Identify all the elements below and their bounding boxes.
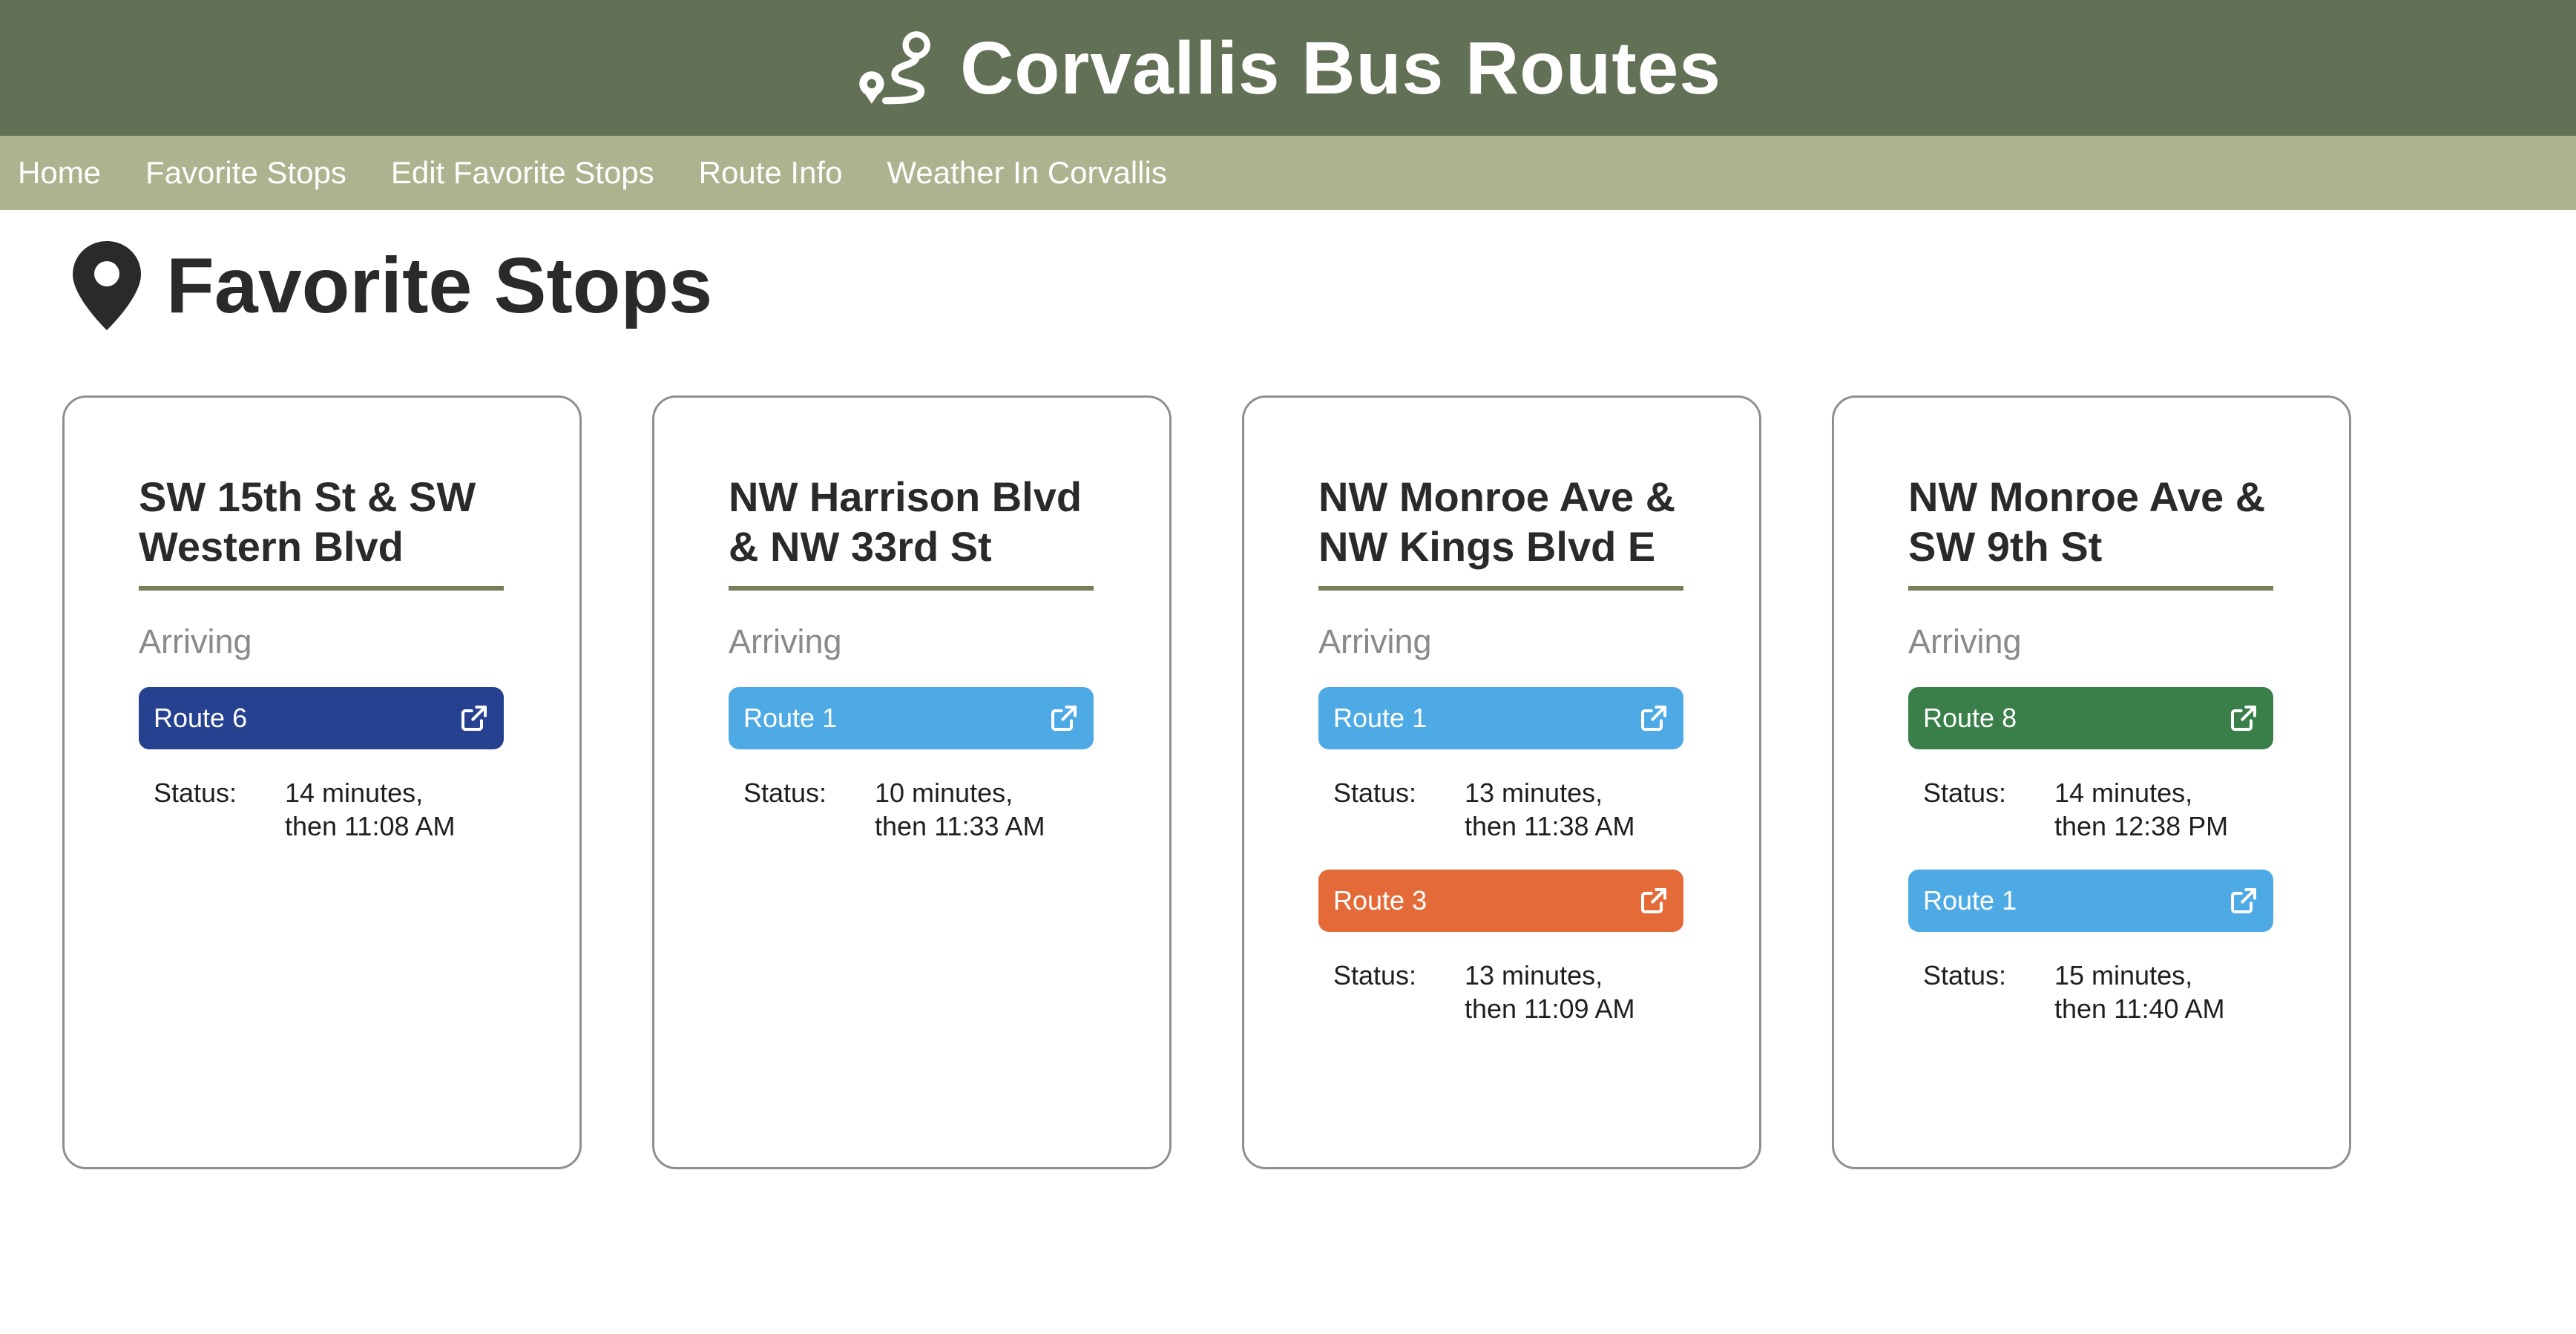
map-pin-icon — [73, 241, 141, 330]
status-next-time: then 11:38 AM — [1465, 811, 1635, 841]
app-header: Corvallis Bus Routes — [0, 0, 2576, 136]
status-minutes: 10 minutes, — [875, 778, 1013, 808]
brand: Corvallis Bus Routes — [855, 30, 1721, 107]
stop-card: NW Monroe Ave & SW 9th St Arriving Route… — [1832, 395, 2351, 1169]
arriving-label: Arriving — [1318, 622, 1432, 660]
nav-route-info[interactable]: Route Info — [699, 155, 843, 191]
status-row: Status: 15 minutes, then 11:40 AM — [1908, 959, 2275, 1025]
page-heading: Favorite Stops — [71, 237, 712, 334]
status-label: Status: — [743, 778, 827, 808]
stop-name: NW Monroe Ave & NW Kings Blvd E — [1318, 473, 1676, 570]
status-next-time: then 11:09 AM — [1465, 993, 1635, 1024]
stop-card: NW Monroe Ave & NW Kings Blvd E Arriving… — [1242, 395, 1761, 1169]
arriving-label: Arriving — [139, 622, 252, 660]
status-label: Status: — [154, 778, 237, 808]
route-1-button[interactable]: Route 1 — [1908, 870, 2273, 932]
status-value: 13 minutes, then 11:09 AM — [1465, 959, 1672, 1025]
status-label: Status: — [1923, 960, 2007, 990]
divider — [729, 586, 1094, 591]
nav-favorite-stops[interactable]: Favorite Stops — [145, 155, 346, 191]
main-nav: Home Favorite Stops Edit Favorite Stops … — [0, 136, 2576, 210]
external-link-icon — [2231, 888, 2256, 913]
status-next-time: then 11:40 AM — [2054, 993, 2225, 1024]
status-minutes: 13 minutes, — [1465, 960, 1603, 990]
page-title: Favorite Stops — [166, 242, 713, 329]
status-minutes: 15 minutes, — [2054, 960, 2193, 990]
route-arrival: Route 1 Status: 15 minutes, then 11:40 A… — [1908, 870, 2275, 1025]
favorite-stops-list: SW 15th St & SW Western Blvd Arriving Ro… — [62, 395, 2422, 1169]
route-6-button[interactable]: Route 6 — [139, 687, 504, 749]
route-arrival: Route 3 Status: 13 minutes, then 11:09 A… — [1318, 870, 1685, 1025]
route-label: Route 6 — [154, 703, 248, 733]
stop-name: NW Monroe Ave & SW 9th St — [1908, 473, 2266, 570]
status-row: Status: 13 minutes, then 11:09 AM — [1318, 959, 1685, 1025]
external-link-icon — [1051, 706, 1077, 731]
status-next-time: then 11:08 AM — [285, 811, 456, 841]
stop-name: NW Harrison Blvd & NW 33rd St — [729, 473, 1082, 570]
route-1-button[interactable]: Route 1 — [1318, 687, 1683, 749]
status-value: 14 minutes, then 11:08 AM — [285, 776, 493, 843]
status-value: 15 minutes, then 11:40 AM — [2054, 959, 2262, 1025]
stop-card: NW Harrison Blvd & NW 33rd St Arriving R… — [652, 395, 1172, 1169]
divider — [1318, 586, 1683, 591]
status-row: Status: 14 minutes, then 11:08 AM — [139, 776, 505, 843]
route-icon — [859, 30, 931, 104]
route-label: Route 1 — [1333, 703, 1427, 733]
status-minutes: 14 minutes, — [285, 778, 424, 808]
nav-weather[interactable]: Weather In Corvallis — [887, 155, 1166, 191]
status-next-time: then 11:33 AM — [875, 811, 1045, 841]
divider — [1908, 586, 2273, 591]
route-arrival: Route 6 Status: 14 minutes, then 11:08 A… — [139, 687, 505, 843]
status-value: 13 minutes, then 11:38 AM — [1465, 776, 1672, 843]
external-link-icon — [1641, 888, 1666, 913]
status-label: Status: — [1333, 960, 1417, 990]
route-8-button[interactable]: Route 8 — [1908, 687, 2273, 749]
route-label: Route 3 — [1333, 885, 1427, 916]
status-row: Status: 13 minutes, then 11:38 AM — [1318, 776, 1685, 843]
arriving-label: Arriving — [729, 622, 842, 660]
status-row: Status: 14 minutes, then 12:38 PM — [1908, 776, 2275, 843]
status-value: 14 minutes, then 12:38 PM — [2054, 776, 2262, 843]
route-1-button[interactable]: Route 1 — [729, 687, 1094, 749]
route-label: Route 1 — [1923, 885, 2017, 916]
status-row: Status: 10 minutes, then 11:33 AM — [729, 776, 1095, 843]
status-minutes: 13 minutes, — [1465, 778, 1603, 808]
external-link-icon — [461, 706, 487, 731]
route-label: Route 8 — [1923, 703, 2017, 733]
route-arrival: Route 1 Status: 10 minutes, then 11:33 A… — [729, 687, 1095, 843]
status-label: Status: — [1923, 778, 2007, 808]
nav-home[interactable]: Home — [18, 155, 101, 191]
divider — [139, 586, 504, 591]
stop-card: SW 15th St & SW Western Blvd Arriving Ro… — [62, 395, 582, 1169]
external-link-icon — [2231, 706, 2256, 731]
route-3-button[interactable]: Route 3 — [1318, 870, 1683, 932]
status-label: Status: — [1333, 778, 1417, 808]
status-next-time: then 12:38 PM — [2054, 811, 2229, 841]
route-label: Route 1 — [743, 703, 838, 733]
arriving-label: Arriving — [1908, 622, 2022, 660]
route-arrival: Route 8 Status: 14 minutes, then 12:38 P… — [1908, 687, 2275, 843]
route-arrival: Route 1 Status: 13 minutes, then 11:38 A… — [1318, 687, 1685, 843]
stop-name: SW 15th St & SW Western Blvd — [139, 473, 476, 570]
external-link-icon — [1641, 706, 1666, 731]
app-title: Corvallis Bus Routes — [960, 26, 1721, 110]
nav-edit-favorite-stops[interactable]: Edit Favorite Stops — [391, 155, 654, 191]
status-value: 10 minutes, then 11:33 AM — [875, 776, 1082, 843]
status-minutes: 14 minutes, — [2054, 778, 2193, 808]
